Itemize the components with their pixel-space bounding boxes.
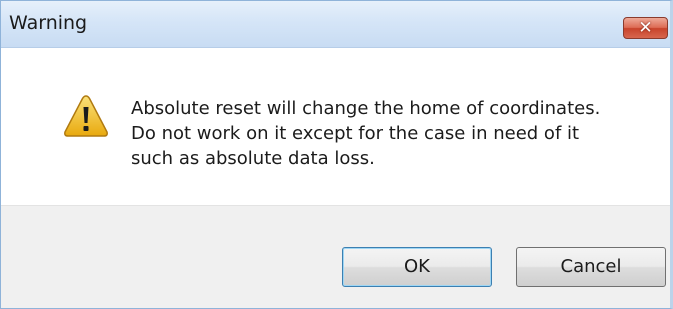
- window-title: Warning: [9, 12, 88, 34]
- message-line: Absolute reset will change the home of c…: [131, 98, 601, 119]
- warning-triangle-icon: [64, 95, 108, 137]
- dialog-content: Absolute reset will change the home of c…: [1, 48, 670, 205]
- cancel-button[interactable]: Cancel: [516, 247, 666, 287]
- button-bar: OK Cancel: [1, 205, 670, 308]
- close-icon: ✕: [638, 18, 653, 38]
- warning-dialog: Warning ✕ Absolute reset will change the…: [0, 0, 673, 309]
- close-button[interactable]: ✕: [623, 17, 668, 39]
- message-line: Do not work on it except for the case in…: [131, 123, 580, 144]
- ok-button[interactable]: OK: [342, 247, 492, 287]
- message-line: such as absolute data loss.: [131, 148, 375, 169]
- message-text: Absolute reset will change the home of c…: [131, 96, 651, 171]
- title-bar[interactable]: Warning ✕: [1, 1, 670, 48]
